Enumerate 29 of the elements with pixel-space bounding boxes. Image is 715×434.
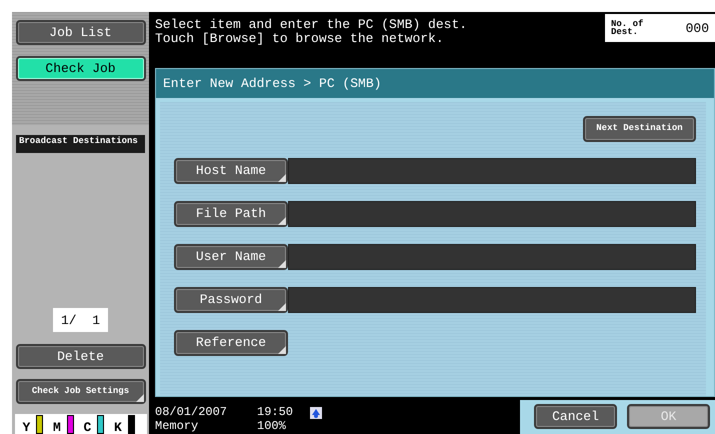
date-text: 08/01/2007 bbox=[155, 406, 228, 420]
sidebar-button[interactable]: Check Job bbox=[16, 56, 146, 81]
settings-button[interactable]: Check Job Settings bbox=[16, 379, 146, 404]
input-field[interactable] bbox=[288, 200, 696, 226]
count-value: 000 bbox=[686, 20, 709, 36]
count-label: No. of Dest. bbox=[611, 20, 644, 36]
field-button[interactable]: User Name bbox=[174, 244, 288, 270]
sidebar-button[interactable]: Job List bbox=[16, 20, 146, 45]
toner-label: C bbox=[84, 421, 92, 434]
input-field[interactable] bbox=[288, 286, 696, 312]
toner-label: Y bbox=[22, 421, 30, 434]
instruction-text: Select item and enter the PC (SMB) dest. Touch [Browse] to browse the network. bbox=[155, 18, 468, 48]
memory-value: 100% bbox=[257, 420, 287, 432]
field-button[interactable]: Password bbox=[174, 286, 288, 312]
toner-label: M bbox=[53, 421, 61, 434]
field-button[interactable]: Host Name bbox=[174, 158, 288, 184]
page-counter: 1/ 1 bbox=[53, 308, 108, 332]
breadcrumb-title: Enter New Address > PC (SMB) bbox=[156, 68, 714, 98]
memory-label: Memory bbox=[155, 420, 200, 432]
input-field[interactable] bbox=[288, 244, 696, 270]
field-button[interactable]: File Path bbox=[174, 200, 288, 226]
field-button[interactable]: Reference bbox=[174, 330, 288, 356]
action-button[interactable]: Cancel bbox=[534, 404, 617, 430]
delete-button[interactable]: Delete bbox=[16, 344, 146, 369]
next-destination-button[interactable]: Next Destination bbox=[583, 116, 696, 142]
input-field[interactable] bbox=[288, 158, 696, 184]
time-text: 19:50 bbox=[257, 406, 294, 420]
toner-label: K bbox=[114, 421, 122, 434]
section-label: Broadcast Destinations bbox=[16, 135, 145, 153]
